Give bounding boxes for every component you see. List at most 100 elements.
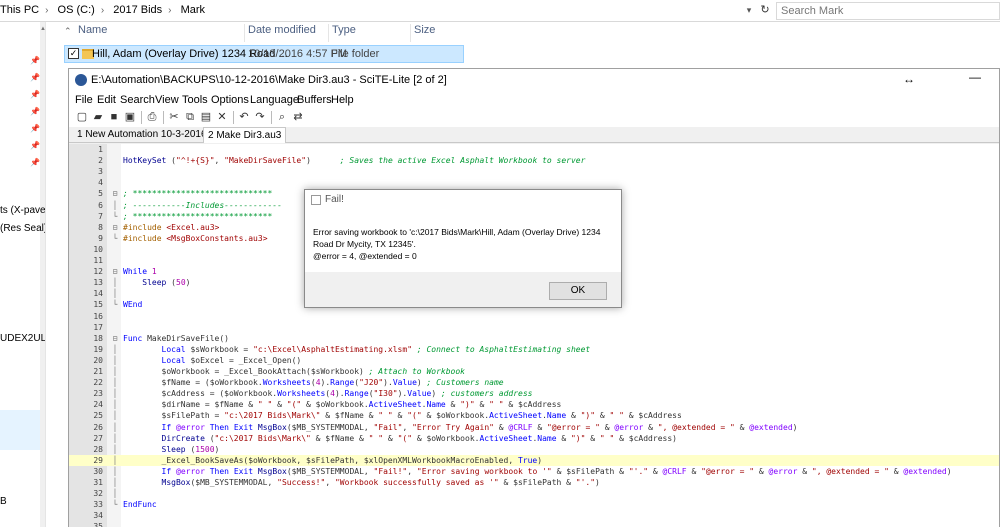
- code-line[interactable]: 22 │ $fName = ($oWorkbook.Worksheets(4).R…: [69, 377, 999, 388]
- breadcrumb-2017-bids[interactable]: 2017 Bids: [113, 4, 162, 16]
- minimize-button[interactable]: —: [969, 70, 981, 84]
- column-divider[interactable]: [328, 24, 329, 42]
- code-line[interactable]: 27 │ DirCreate ("c:\2017 Bids\Mark\" & $f…: [69, 433, 999, 444]
- breadcrumb[interactable]: This PC › OS (C:) › 2017 Bids › Mark: [0, 4, 211, 16]
- paste-icon[interactable]: ▤: [199, 110, 213, 124]
- fold-marker-icon[interactable]: │: [109, 344, 121, 355]
- tab-make-dir3[interactable]: 2 Make Dir3.au3: [203, 127, 287, 143]
- dialog-titlebar[interactable]: Fail!: [305, 190, 621, 210]
- code-line[interactable]: 1: [69, 144, 999, 155]
- column-divider[interactable]: [244, 24, 245, 42]
- menu-options[interactable]: Options: [211, 94, 249, 106]
- fold-marker-icon[interactable]: ⊟: [109, 333, 121, 344]
- fold-marker-icon[interactable]: │: [109, 433, 121, 444]
- code-line[interactable]: 26 │ If @error Then Exit MsgBox($MB_SYSTE…: [69, 422, 999, 433]
- column-divider[interactable]: [410, 24, 411, 42]
- code-line[interactable]: 19 │ Local $sWorkbook = "c:\Excel\Asphalt…: [69, 344, 999, 355]
- fold-marker-icon[interactable]: └: [109, 211, 121, 222]
- pin-icon[interactable]: 📌: [30, 141, 40, 151]
- fold-marker-icon[interactable]: │: [109, 422, 121, 433]
- nav-item[interactable]: ts (X-pave a: [0, 205, 45, 216]
- fold-marker-icon[interactable]: │: [109, 399, 121, 410]
- code-line[interactable]: 33 └ EndFunc: [69, 499, 999, 510]
- fold-marker-icon[interactable]: │: [109, 488, 121, 499]
- file-row[interactable]: ✓ Hill, Adam (Overlay Drive) 1234 Road .…: [64, 45, 464, 63]
- pin-icon[interactable]: 📌: [30, 107, 40, 117]
- print-icon[interactable]: ⎙: [145, 110, 159, 124]
- menu-buffers[interactable]: Buffers: [297, 94, 332, 106]
- fold-marker-icon[interactable]: │: [109, 477, 121, 488]
- scroll-up-icon[interactable]: ▲: [40, 26, 45, 34]
- checkbox[interactable]: ✓: [68, 48, 79, 59]
- code-line[interactable]: 28 │ Sleep (1500): [69, 444, 999, 455]
- cut-icon[interactable]: ✂: [167, 110, 181, 124]
- pin-icon[interactable]: 📌: [30, 158, 40, 168]
- menu-tools[interactable]: Tools: [182, 94, 208, 106]
- replace-icon[interactable]: ⇄: [291, 110, 305, 124]
- fold-marker-icon[interactable]: ⊟: [109, 188, 121, 199]
- code-line[interactable]: 2 HotKeySet ("^!+{S}", "MakeDirSaveFile")…: [69, 155, 999, 166]
- undo-icon[interactable]: ↶: [237, 110, 251, 124]
- save-icon[interactable]: ■: [107, 110, 121, 124]
- column-type[interactable]: Type: [332, 24, 356, 42]
- pin-icon[interactable]: 📌: [30, 56, 40, 66]
- menu-edit[interactable]: Edit: [97, 94, 116, 106]
- code-line[interactable]: 4: [69, 177, 999, 188]
- fold-marker-icon[interactable]: ⊟: [109, 266, 121, 277]
- breadcrumb-mark[interactable]: Mark: [181, 4, 205, 16]
- code-line[interactable]: 30 │ If @error Then Exit MsgBox($MB_SYSTE…: [69, 466, 999, 477]
- redo-icon[interactable]: ↷: [253, 110, 267, 124]
- chevron-down-icon[interactable]: ▾: [742, 3, 756, 17]
- code-line[interactable]: 21 │ $oWorkbook = _Excel_BookAttach($sWor…: [69, 366, 999, 377]
- code-line[interactable]: 25 │ $sFilePath = "c:\2017 Bids\Mark\" & …: [69, 410, 999, 421]
- nav-selected-item[interactable]: [0, 410, 40, 450]
- code-line[interactable]: 32 │: [69, 488, 999, 499]
- fold-marker-icon[interactable]: │: [109, 277, 121, 288]
- code-line[interactable]: 24 │ $dirName = $fName & " " & "(" & $oWo…: [69, 399, 999, 410]
- refresh-icon[interactable]: ↻: [758, 3, 772, 17]
- code-line[interactable]: 16: [69, 311, 999, 322]
- menu-file[interactable]: File: [75, 94, 93, 106]
- code-line[interactable]: 17: [69, 322, 999, 333]
- menu-search[interactable]: Search: [120, 94, 155, 106]
- code-line[interactable]: 20 │ Local $oExcel = _Excel_Open(): [69, 355, 999, 366]
- find-icon[interactable]: ⌕: [275, 110, 289, 124]
- nav-scrollbar[interactable]: [40, 22, 45, 527]
- code-line[interactable]: 29 │ _Excel_BookSaveAs($oWorkbook, $sFile…: [69, 454, 999, 466]
- breadcrumb-this-pc[interactable]: This PC: [0, 4, 39, 16]
- nav-item[interactable]: B: [0, 496, 7, 507]
- fold-marker-icon[interactable]: │: [109, 377, 121, 388]
- fold-marker-icon[interactable]: ⊟: [109, 222, 121, 233]
- code-line[interactable]: 18 ⊟ Func MakeDirSaveFile(): [69, 333, 999, 344]
- column-date-modified[interactable]: Date modified: [248, 24, 316, 42]
- code-line[interactable]: 3: [69, 166, 999, 177]
- fold-marker-icon[interactable]: └: [109, 299, 121, 310]
- nav-item[interactable]: UDEX2ULTI: [0, 333, 45, 344]
- fold-marker-icon[interactable]: │: [109, 410, 121, 421]
- menu-help[interactable]: Help: [331, 94, 354, 106]
- pin-icon[interactable]: 📌: [30, 124, 40, 134]
- search-input[interactable]: Search Mark: [776, 2, 1000, 20]
- fold-marker-icon[interactable]: └: [109, 499, 121, 510]
- code-line[interactable]: 34: [69, 510, 999, 521]
- new-file-icon[interactable]: ▢: [75, 110, 89, 124]
- pin-icon[interactable]: 📌: [30, 90, 40, 100]
- fold-marker-icon[interactable]: │: [109, 388, 121, 399]
- close-file-icon[interactable]: ▣: [123, 110, 137, 124]
- open-folder-icon[interactable]: ▰: [91, 110, 105, 124]
- window-titlebar[interactable]: E:\Automation\BACKUPS\10-12-2016\Make Di…: [69, 69, 999, 93]
- fold-marker-icon[interactable]: │: [109, 444, 121, 455]
- breadcrumb-os-c[interactable]: OS (C:): [58, 4, 95, 16]
- fold-marker-icon[interactable]: │: [109, 288, 121, 299]
- code-line[interactable]: 31 │ MsgBox($MB_SYSTEMMODAL, "Success!", …: [69, 477, 999, 488]
- nav-item[interactable]: (Res Seal): [0, 223, 45, 234]
- fold-marker-icon[interactable]: │: [109, 366, 121, 377]
- fold-marker-icon[interactable]: └: [109, 233, 121, 244]
- code-line[interactable]: 35: [69, 521, 999, 527]
- delete-icon[interactable]: ✕: [215, 110, 229, 124]
- ok-button[interactable]: OK: [549, 282, 607, 300]
- column-size[interactable]: Size: [414, 24, 435, 42]
- copy-icon[interactable]: ⧉: [183, 110, 197, 124]
- fold-marker-icon[interactable]: │: [109, 355, 121, 366]
- menu-view[interactable]: View: [155, 94, 179, 106]
